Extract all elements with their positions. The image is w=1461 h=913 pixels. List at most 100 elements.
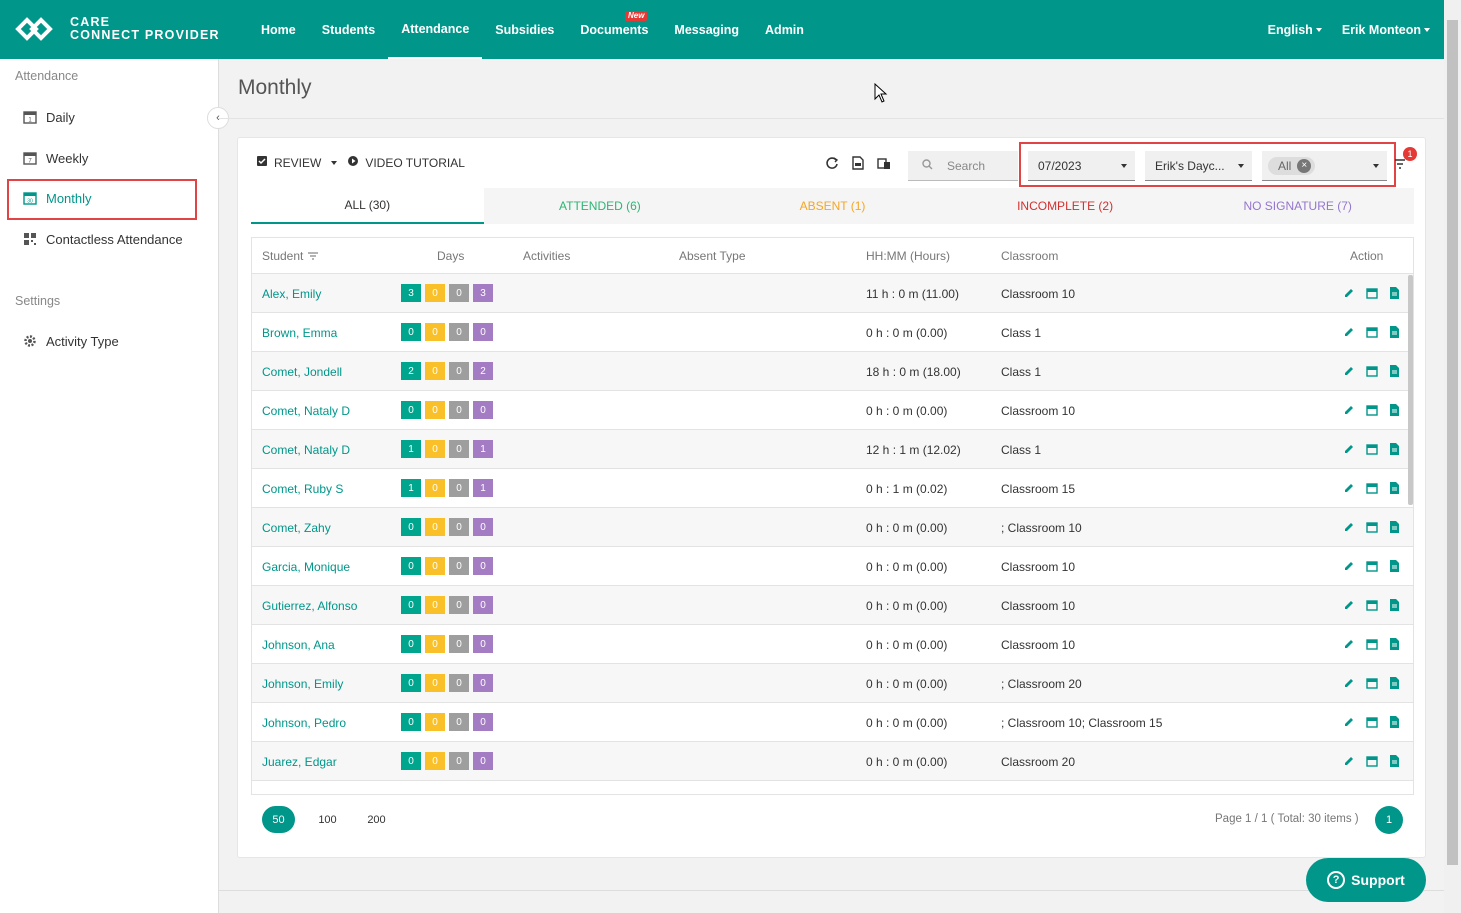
nav-students[interactable]: Students bbox=[309, 0, 388, 59]
edit-icon[interactable] bbox=[1342, 676, 1355, 689]
classroom-value: Classroom 20 bbox=[1001, 755, 1076, 769]
calendar-icon[interactable] bbox=[1365, 286, 1378, 299]
edit-icon[interactable] bbox=[1342, 598, 1355, 611]
page-size-50[interactable]: 50 bbox=[262, 806, 295, 833]
student-name-link[interactable]: Comet, Nataly D bbox=[262, 443, 350, 457]
edit-icon[interactable] bbox=[1342, 559, 1355, 572]
tab-all[interactable]: ALL (30) bbox=[251, 188, 484, 224]
calendar-icon[interactable] bbox=[1365, 598, 1378, 611]
edit-icon[interactable] bbox=[1342, 481, 1355, 494]
calendar-icon[interactable] bbox=[1365, 676, 1378, 689]
document-icon[interactable] bbox=[1388, 637, 1401, 650]
language-menu[interactable]: English bbox=[1268, 23, 1322, 37]
edit-icon[interactable] bbox=[1342, 637, 1355, 650]
month-select[interactable]: 07/2023 bbox=[1028, 151, 1135, 181]
calendar-icon[interactable] bbox=[1365, 481, 1378, 494]
document-icon[interactable] bbox=[1388, 520, 1401, 533]
student-name-link[interactable]: Gutierrez, Alfonso bbox=[262, 599, 357, 613]
student-name-link[interactable]: Johnson, Pedro bbox=[262, 716, 346, 730]
page-size-200[interactable]: 200 bbox=[360, 806, 393, 833]
center-select[interactable]: Erik's Dayc... bbox=[1145, 151, 1252, 181]
scrollbar-thumb[interactable] bbox=[1447, 20, 1458, 865]
sidebar-item-activity-type[interactable]: Activity Type bbox=[22, 333, 119, 349]
document-icon[interactable] bbox=[1388, 364, 1401, 377]
document-icon[interactable] bbox=[1388, 598, 1401, 611]
print-icon[interactable] bbox=[877, 156, 891, 170]
document-icon[interactable] bbox=[1388, 715, 1401, 728]
document-icon[interactable] bbox=[1388, 286, 1401, 299]
document-icon[interactable] bbox=[1388, 442, 1401, 455]
table-scrollbar[interactable] bbox=[1408, 275, 1413, 505]
tab-incomplete[interactable]: INCOMPLETE (2) bbox=[949, 188, 1182, 224]
sidebar-item-contactless[interactable]: Contactless Attendance bbox=[22, 231, 183, 247]
document-icon[interactable] bbox=[1388, 481, 1401, 494]
student-name-link[interactable]: Comet, Ruby S bbox=[262, 482, 343, 496]
student-name-link[interactable]: Comet, Nataly D bbox=[262, 404, 350, 418]
tab-no-signature[interactable]: NO SIGNATURE (7) bbox=[1181, 188, 1414, 224]
nav-subsidies[interactable]: Subsidies bbox=[482, 0, 567, 59]
table-row: Brown, Emma 0 0 0 0 0 h : 0 m (0.00) Class 1 bbox=[252, 313, 1413, 352]
document-icon[interactable] bbox=[1388, 754, 1401, 767]
calendar-icon[interactable] bbox=[1365, 715, 1378, 728]
calendar-icon[interactable] bbox=[1365, 520, 1378, 533]
days-attended-count: 0 bbox=[401, 713, 421, 731]
logo[interactable]: CARE CONNECT PROVIDER bbox=[14, 14, 220, 44]
student-name-link[interactable]: Alex, Emily bbox=[262, 287, 321, 301]
edit-icon[interactable] bbox=[1342, 325, 1355, 338]
edit-icon[interactable] bbox=[1342, 286, 1355, 299]
page-size-100[interactable]: 100 bbox=[311, 806, 344, 833]
calendar-icon[interactable] bbox=[1365, 403, 1378, 416]
document-icon[interactable] bbox=[1388, 325, 1401, 338]
student-name-link[interactable]: Johnson, Emily bbox=[262, 677, 343, 691]
edit-icon[interactable] bbox=[1342, 754, 1355, 767]
calendar-icon[interactable] bbox=[1365, 364, 1378, 377]
student-name-link[interactable]: Juarez, Edgar bbox=[262, 755, 337, 769]
hours-value: 0 h : 0 m (0.00) bbox=[866, 755, 948, 769]
column-classroom: Classroom bbox=[1001, 249, 1059, 263]
user-menu[interactable]: Erik Monteon bbox=[1342, 23, 1430, 37]
tab-absent[interactable]: ABSENT (1) bbox=[716, 188, 949, 224]
days-no-signature-count: 1 bbox=[473, 479, 493, 497]
nav-messaging[interactable]: Messaging bbox=[661, 0, 752, 59]
edit-icon[interactable] bbox=[1342, 520, 1355, 533]
sidebar-item-weekly[interactable]: 7 Weekly bbox=[22, 150, 88, 166]
document-icon[interactable] bbox=[1388, 559, 1401, 572]
close-icon[interactable]: × bbox=[1297, 158, 1312, 173]
student-name-link[interactable]: Johnson, Ana bbox=[262, 638, 335, 652]
calendar-icon[interactable] bbox=[1365, 325, 1378, 338]
review-button[interactable]: REVIEW bbox=[256, 155, 338, 170]
calendar-icon[interactable] bbox=[1365, 559, 1378, 572]
edit-icon[interactable] bbox=[1342, 364, 1355, 377]
page-scrollbar[interactable] bbox=[1444, 0, 1461, 913]
search-input[interactable]: Search bbox=[908, 151, 1018, 181]
edit-icon[interactable] bbox=[1342, 403, 1355, 416]
column-student[interactable]: Student bbox=[262, 249, 319, 263]
calendar-icon[interactable] bbox=[1365, 442, 1378, 455]
days-incomplete-count: 0 bbox=[449, 752, 469, 770]
nav-home[interactable]: Home bbox=[248, 0, 309, 59]
document-icon[interactable] bbox=[1388, 676, 1401, 689]
review-label: REVIEW bbox=[274, 155, 322, 170]
student-name-link[interactable]: Garcia, Monique bbox=[262, 560, 350, 574]
student-name-link[interactable]: Brown, Emma bbox=[262, 326, 337, 340]
calendar-icon[interactable] bbox=[1365, 754, 1378, 767]
student-name-link[interactable]: Comet, Jondell bbox=[262, 365, 342, 379]
document-icon[interactable] bbox=[1388, 403, 1401, 416]
edit-icon[interactable] bbox=[1342, 715, 1355, 728]
classroom-select[interactable]: All × bbox=[1262, 151, 1387, 181]
export-pdf-icon[interactable] bbox=[851, 156, 865, 170]
support-button[interactable]: ? Support bbox=[1306, 858, 1426, 902]
nav-documents[interactable]: Documents New bbox=[567, 0, 661, 59]
edit-icon[interactable] bbox=[1342, 442, 1355, 455]
tab-attended[interactable]: ATTENDED (6) bbox=[484, 188, 717, 224]
main-nav: Home Students Attendance Subsidies Docum… bbox=[248, 0, 817, 59]
sidebar-item-daily[interactable]: 1 Daily bbox=[22, 109, 75, 125]
page-title: Monthly bbox=[238, 76, 312, 99]
calendar-icon[interactable] bbox=[1365, 637, 1378, 650]
page-1-button[interactable]: 1 bbox=[1375, 806, 1403, 834]
refresh-icon[interactable] bbox=[825, 156, 839, 170]
nav-admin[interactable]: Admin bbox=[752, 0, 817, 59]
video-tutorial-button[interactable]: VIDEO TUTORIAL bbox=[347, 155, 465, 170]
nav-attendance[interactable]: Attendance bbox=[388, 0, 483, 59]
student-name-link[interactable]: Comet, Zahy bbox=[262, 521, 331, 535]
